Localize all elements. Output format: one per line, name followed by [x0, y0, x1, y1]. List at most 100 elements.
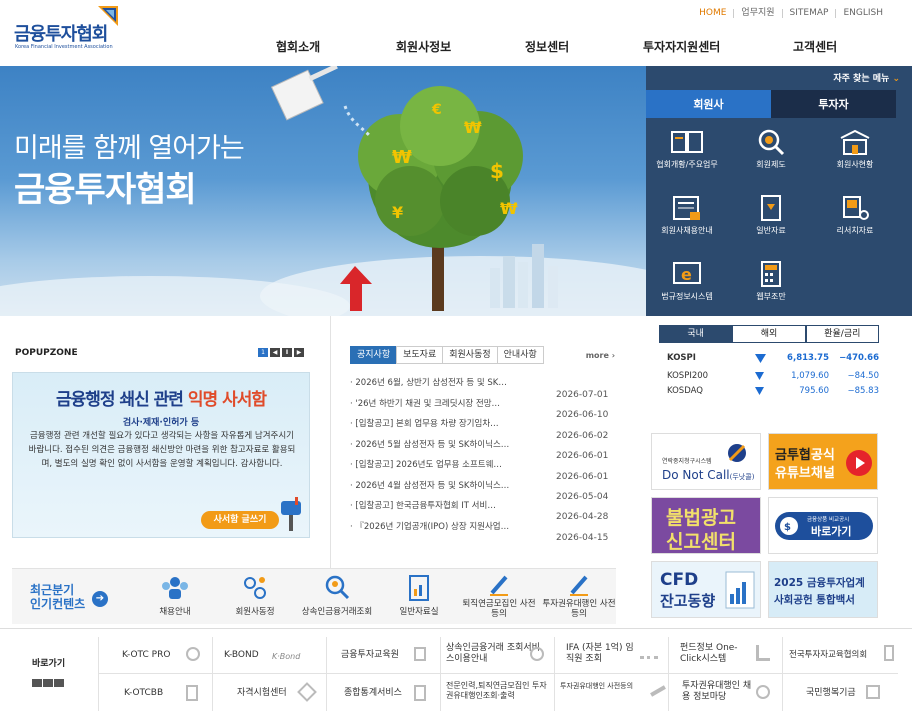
quick-item-label: 법규정보시스템: [661, 292, 713, 301]
nav-info-center[interactable]: 정보센터: [525, 38, 569, 55]
popup-banner[interactable]: 금융행정 쇄신 관련 익명 사서함 검사·제재·인허가 등 금융행정 관련 개선…: [12, 372, 310, 538]
util-english-link[interactable]: ENGLISH: [835, 9, 890, 18]
more-link[interactable]: more ›: [586, 351, 615, 360]
popular-contents: 최근분기 인기컨텐츠 ➔ 채용안내 회원사동정 상속인금융거래조회 일반자료실 퇴…: [12, 568, 616, 624]
qc-item-pension-recruiter[interactable]: 퇴직연금모집인 사전등의: [459, 573, 539, 619]
svg-text:$: $: [784, 522, 791, 533]
link-professional-inquiry[interactable]: 전문인력,퇴직연금모집인 투자권유대행인조회·출력: [446, 681, 550, 701]
link-education-center[interactable]: 금융투자교육원: [341, 650, 399, 661]
tab-members[interactable]: 회원사: [646, 90, 771, 118]
link-ifa-inquiry[interactable]: IFA (자본 1억) 임직원 조회: [566, 643, 636, 665]
list-item[interactable]: · 2026년 4월 삼성전자 등 및 SK하이닉스…: [350, 479, 550, 500]
hero-tagline: 미래를 함께 열어가는: [14, 133, 245, 164]
popup-write-button[interactable]: 사서함 글쓰기: [201, 511, 279, 529]
document-icon: [884, 645, 894, 661]
link-agent-register[interactable]: 투자권유대행인 사전등의: [560, 682, 640, 691]
nav-investor-center[interactable]: 투자자지원센터: [643, 38, 720, 55]
notice-list: · 2026년 6월, 상반기 삼성전자 등 및 SK… · '26년 하반기 …: [350, 376, 550, 540]
quick-item-research[interactable]: 리서치자료: [814, 184, 896, 248]
banner-csr-whitepaper[interactable]: 2025 금융투자업계 사회공헌 통합백서: [768, 561, 878, 618]
tab-overseas[interactable]: 해외: [732, 325, 806, 343]
link-happiness-fund[interactable]: 국민행복기금: [806, 688, 856, 699]
tab-press[interactable]: 보도자료: [396, 346, 444, 364]
banner-cfd-line2: 잔고동향: [660, 592, 716, 610]
shortcut-prev-button[interactable]: [32, 679, 42, 687]
chevron-down-icon: ⌄: [892, 74, 900, 84]
tab-member-news[interactable]: 회원사동정: [442, 346, 498, 364]
quick-item-general-data[interactable]: 일반자료: [730, 184, 812, 248]
tab-investors[interactable]: 투자자: [771, 90, 896, 118]
svg-text:€: €: [431, 102, 442, 118]
arrow-right-icon[interactable]: ➔: [92, 591, 108, 607]
link-agent-recruit[interactable]: 투자권유대행인 채용 정보마당: [682, 681, 752, 703]
quick-item-member-status[interactable]: 회원사현황: [814, 118, 896, 182]
quick-menu-grid: 협회개황/주요업무 회원제도 회원사현황 회원사채용안내 일반자료 리서치자료 …: [646, 118, 896, 316]
list-item[interactable]: · 『2026년 기업공개(IPO) 상장 지원사업…: [350, 520, 550, 541]
quick-item-membership[interactable]: 회원제도: [730, 118, 812, 182]
list-item[interactable]: · [입찰공고] 한국금융투자협회 IT 서비…: [350, 499, 550, 520]
nav-customer-center[interactable]: 고객센터: [793, 38, 837, 55]
quick-menu-title[interactable]: 자주 찾는 메뉴 ⌄: [833, 71, 900, 84]
popup-headline-em: 익명 사서함: [187, 390, 267, 410]
link-exam-center[interactable]: 자격시험센터: [237, 688, 287, 699]
banner-main: Do Not Call(두낫콜): [662, 468, 754, 482]
quick-item-label: 협회개황/주요업무: [656, 160, 718, 169]
shortcut-pause-button[interactable]: [43, 679, 53, 687]
banner-do-not-call[interactable]: 연락중지청구시스템 Do Not Call(두낫콜): [651, 433, 761, 490]
popup-next-button[interactable]: ▶: [294, 348, 304, 357]
divider: [782, 637, 783, 711]
nav-members[interactable]: 회원사정보: [396, 38, 451, 55]
market-row-kospi200: KOSPI200 1,079.60 −84.50: [667, 371, 879, 385]
popup-prev-button[interactable]: ◀: [270, 348, 280, 357]
tab-fx-rates[interactable]: 환율/금리: [805, 325, 879, 343]
list-date: 2026-06-10: [556, 410, 609, 421]
list-item[interactable]: · 2026년 5월 삼성전자 등 및 SK하이닉스…: [350, 438, 550, 459]
qc-item-data-room[interactable]: 일반자료실: [379, 573, 459, 617]
link-kbond[interactable]: K-BOND: [224, 650, 259, 661]
list-item[interactable]: · 2026년 6월, 상반기 삼성전자 등 및 SK…: [350, 376, 550, 397]
quick-item-overview[interactable]: 협회개황/주요업무: [646, 118, 728, 182]
list-item[interactable]: · [입찰공고] 2026년도 업무용 소프트웨…: [350, 458, 550, 479]
list-item[interactable]: · '26년 하반기 채권 및 크레딧시장 전망…: [350, 397, 550, 418]
link-investor-education-council[interactable]: 전국투자자교육협의회: [789, 650, 867, 661]
util-support-link[interactable]: 업무지원: [733, 9, 781, 18]
link-kotcbb[interactable]: K-OTCBB: [124, 688, 163, 699]
tab-guide[interactable]: 안내사항: [496, 346, 544, 364]
qc-item-inheritance[interactable]: 상속인금융거래조회: [297, 573, 377, 617]
qc-item-recruit[interactable]: 채용안내: [135, 573, 215, 617]
qc-item-agent-register[interactable]: 투자권유대행인 사전등의: [539, 573, 619, 619]
banner-csr-line1: 2025 금융투자업계: [774, 577, 865, 589]
quick-item-label: 리서치자료: [836, 226, 874, 235]
quick-item-recruit[interactable]: 회원사채용안내: [646, 184, 728, 248]
nav-about[interactable]: 협회소개: [276, 38, 320, 55]
link-kotc-pro[interactable]: K-OTC PRO: [122, 650, 170, 661]
banner-illegal-ad[interactable]: 불법광고 신고센터: [651, 497, 761, 554]
link-statistics[interactable]: 종합통계서비스: [344, 688, 402, 699]
util-home-link[interactable]: HOME: [692, 9, 733, 18]
quick-item-calculator[interactable]: 웹부조만: [730, 250, 812, 314]
popup-pause-button[interactable]: Ⅱ: [282, 348, 292, 357]
svg-text:₩: ₩: [500, 199, 518, 218]
banner-cfd[interactable]: CFD 잔고동향: [651, 561, 761, 618]
chart-doc-icon: [725, 571, 755, 609]
link-fund-info[interactable]: 펀드정보 One-Click시스템: [680, 643, 756, 665]
ie-browser-icon: e: [673, 262, 701, 284]
notice-dates: 2026-07-01 2026-06-10 2026-06-02 2026-06…: [556, 390, 608, 553]
divider: [668, 637, 669, 711]
util-sitemap-link[interactable]: SITEMAP: [781, 9, 836, 18]
banner-product-compare[interactable]: $ 금융상품 비교공시 바로가기: [768, 497, 878, 554]
notice-tabs: 공지사항 보도자료 회원사동정 안내사항: [350, 346, 544, 364]
quick-item-law-system[interactable]: e 법규정보시스템: [646, 250, 728, 314]
qc-item-member-news[interactable]: 회원사동정: [215, 573, 295, 617]
popup-headline: 금융행정 쇄신 관련 익명 사서함: [13, 385, 309, 410]
banner-youtube[interactable]: 금투협공식 유튜브채널: [768, 433, 878, 490]
quick-menu: 자주 찾는 메뉴 ⌄ 회원사 투자자 협회개황/주요업무 회원제도 회원사현황 …: [646, 66, 912, 316]
svg-text:$: $: [490, 159, 504, 183]
banner-paren: (두낫콜): [729, 473, 755, 481]
list-item[interactable]: · [입찰공고] 본회 업무용 차량 장기임차…: [350, 417, 550, 438]
shortcut-next-button[interactable]: [54, 679, 64, 687]
tab-notice[interactable]: 공지사항: [350, 346, 398, 364]
tab-domestic[interactable]: 국내: [659, 325, 733, 343]
list-date: 2026-06-01: [556, 471, 609, 482]
popup-page-1[interactable]: 1: [258, 348, 268, 357]
